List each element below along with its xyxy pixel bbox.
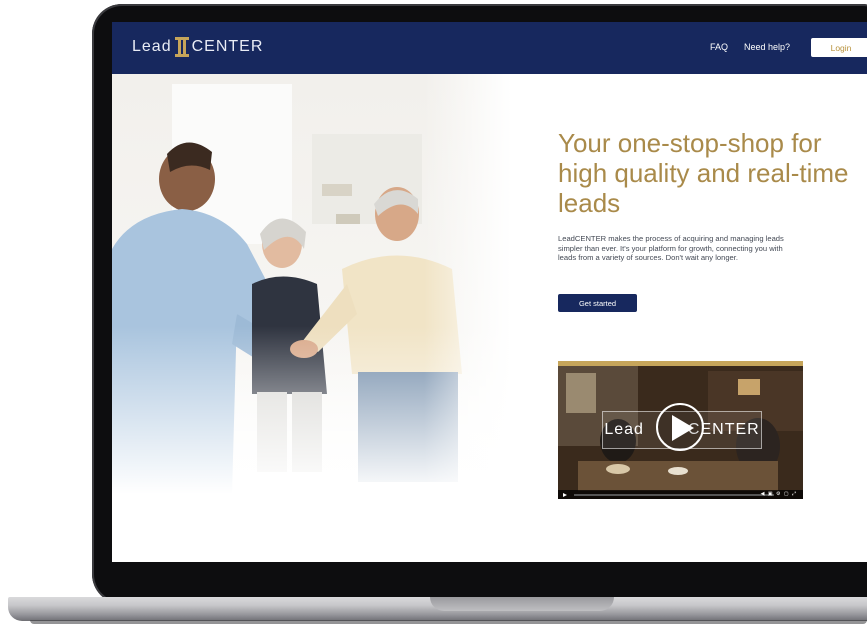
get-started-button[interactable]: Get started — [558, 294, 637, 312]
laptop-screen: Lead CENTER FAQ Need help? Login Your on… — [112, 22, 867, 562]
video-logo-text-left: Lead — [604, 421, 644, 438]
logo-column-icon — [174, 37, 189, 57]
login-button[interactable]: Login — [811, 38, 867, 57]
video-controls: ◀ ▣ ⚙ ▢ ⤢ — [558, 490, 803, 499]
logo-text-left: Lead — [132, 38, 172, 55]
brand-logo[interactable]: Lead CENTER — [132, 37, 263, 57]
video-progress-track[interactable] — [574, 494, 774, 496]
hero-headline: Your one-stop-shop for high quality and … — [558, 128, 849, 218]
hero-description: LeadCENTER makes the process of acquirin… — [558, 234, 784, 263]
nav-link-need-help[interactable]: Need help? — [744, 42, 790, 52]
laptop-hinge-notch — [430, 597, 614, 611]
logo-text-right: CENTER — [191, 38, 264, 55]
top-nav: Lead CENTER FAQ Need help? Login — [112, 22, 867, 74]
nav-link-faq[interactable]: FAQ — [710, 42, 728, 52]
control-settings-icons[interactable]: ◀ ▣ ⚙ ▢ ⤢ — [761, 491, 797, 497]
laptop-base-shadow — [30, 620, 867, 624]
control-play-icon[interactable] — [563, 492, 567, 497]
play-icon[interactable] — [656, 403, 704, 451]
intro-video-player[interactable]: Lead CENTER ◀ ▣ ⚙ ▢ ⤢ — [558, 361, 803, 499]
video-accent-bar — [558, 361, 803, 366]
hero-image — [112, 74, 512, 494]
